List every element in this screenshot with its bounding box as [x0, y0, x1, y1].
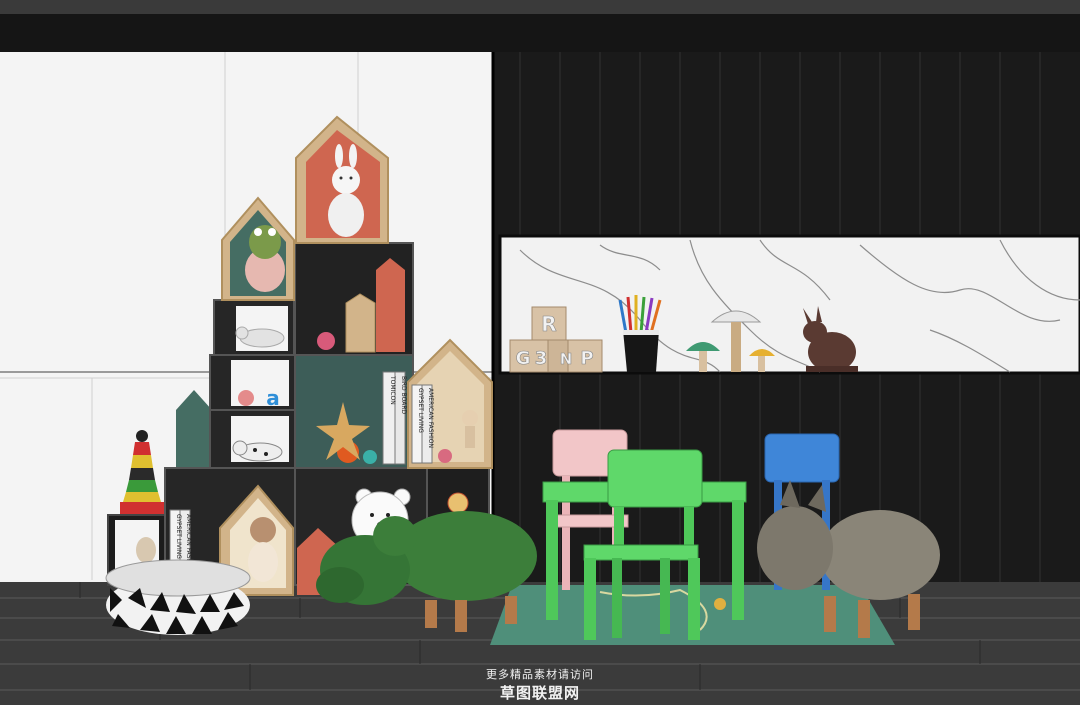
pink-ball [317, 332, 335, 350]
striped-ball [447, 492, 469, 514]
kids-room-scene: R G 3 N P a TOMICON BIRD BOARD GYPSET LI… [0, 0, 1080, 705]
book-spine-4: AMERICAN FASHION [427, 388, 434, 448]
scene-svg: R G 3 N P a TOMICON BIRD BOARD GYPSET LI… [0, 0, 1080, 705]
ceiling [0, 14, 1080, 52]
block-letter-side: 3 [535, 348, 548, 369]
pink-ball-right [438, 449, 452, 463]
pink-ball-small [238, 390, 254, 406]
letter-a-block: a [266, 386, 280, 410]
low-book-spine-1: GYPSET LIVING [175, 514, 182, 559]
top-bar [0, 0, 1080, 14]
triangle-pattern-pouf [105, 559, 251, 635]
teal-ball [363, 450, 377, 464]
monkey-plush [248, 517, 278, 582]
frog-plush [245, 225, 285, 292]
small-figurine [136, 537, 156, 563]
book-spine-3: GYPSET LIVING [417, 388, 424, 433]
block-letter-bottom-left: G [516, 348, 531, 369]
block-letter-top: R [541, 312, 556, 336]
block-letter-bottom-mid: N [560, 350, 573, 368]
watermark-line-1: 更多精品素材请访问 [486, 668, 594, 681]
block-letter-bottom-right: P [580, 348, 593, 369]
watermark-line-2: 草图联盟网 [499, 684, 580, 702]
book-spine-2: BIRD BOARD [400, 376, 407, 414]
book-spine-1: TOMICON [389, 375, 396, 405]
